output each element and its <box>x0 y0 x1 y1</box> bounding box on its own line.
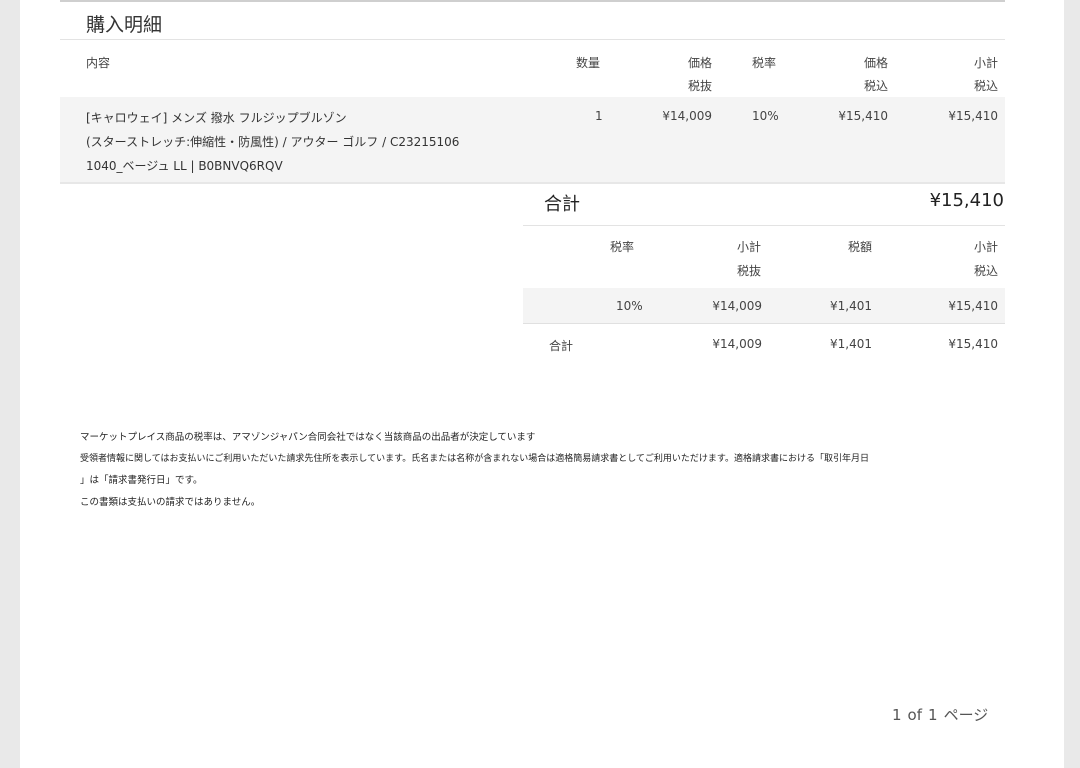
item-qty: 1 <box>595 109 603 123</box>
total-label: 合計 <box>544 194 580 215</box>
col-price-ex-header: 価格 <box>687 56 712 70</box>
page-total: 1 <box>928 706 938 724</box>
item-price-ex: ¥14,009 <box>662 109 712 123</box>
col-subtotal-sub: 税込 <box>973 79 998 93</box>
item-desc-line: [キャロウェイ] メンズ 撥水 フルジップブルゾン <box>86 111 347 125</box>
item-subtotal-in: ¥15,410 <box>948 109 998 123</box>
item-tax-rate: 10% <box>752 109 779 123</box>
tax-col-rate-header: 税率 <box>610 240 635 254</box>
item-desc-line: 1040_ベージュ LL | B0BNVQ6RQV <box>86 159 283 173</box>
tax-col-subtotal-in-sub: 税込 <box>973 264 998 278</box>
note-line: 受領者情報に関してはお支払いにご利用いただいた請求先住所を表示しています。氏名ま… <box>80 454 870 464</box>
row-divider <box>60 182 1005 184</box>
tax-sum-label: 合計 <box>549 339 574 353</box>
total-divider <box>523 225 1005 226</box>
tax-sum-subtotal-in: ¥15,410 <box>948 337 998 351</box>
tax-row-amount: ¥1,401 <box>830 299 872 313</box>
col-qty-header: 数量 <box>576 56 601 70</box>
section-title: 購入明細 <box>86 14 163 36</box>
item-price-in: ¥15,410 <box>838 109 888 123</box>
item-description: [キャロウェイ] メンズ 撥水 フルジップブルゾン (スターストレッチ:伸縮性・… <box>86 106 459 178</box>
note-line: この書類は支払いの請求ではありません。 <box>80 497 261 508</box>
note-line: 」は「請求書発行日」です。 <box>80 475 203 486</box>
note-line: マーケットプレイス商品の税率は、アマゾンジャパン合同会社ではなく当該商品の出品者… <box>80 432 536 443</box>
title-divider <box>60 39 1005 40</box>
tax-row-rate: 10% <box>616 299 643 313</box>
tax-col-amount-header: 税額 <box>848 240 873 254</box>
tax-sum-subtotal-ex: ¥14,009 <box>712 337 762 351</box>
tax-col-subtotal-ex-sub: 税抜 <box>736 264 761 278</box>
tax-sum-amount: ¥1,401 <box>830 337 872 351</box>
tax-row-subtotal-ex: ¥14,009 <box>712 299 762 313</box>
col-tax-rate-header: 税率 <box>752 56 777 70</box>
tax-col-subtotal-in-header: 小計 <box>973 240 998 254</box>
top-divider <box>60 0 1005 2</box>
item-desc-line: (スターストレッチ:伸縮性・防風性) / アウター ゴルフ / C2321510… <box>86 135 460 149</box>
tax-row-subtotal-in: ¥15,410 <box>948 299 998 313</box>
row-divider <box>523 323 1005 324</box>
page-current: 1 <box>892 706 902 724</box>
page-of: of <box>907 706 923 724</box>
page-unit: ページ <box>943 706 989 724</box>
total-value: ¥15,410 <box>929 190 1004 211</box>
page-indicator: 1 of 1 ページ <box>892 704 994 725</box>
col-subtotal-header: 小計 <box>973 56 998 70</box>
col-price-in-header: 価格 <box>863 56 888 70</box>
tax-col-subtotal-ex-header: 小計 <box>736 240 761 254</box>
col-price-ex-sub: 税抜 <box>687 79 712 93</box>
col-content-header: 内容 <box>86 56 111 70</box>
col-price-in-sub: 税込 <box>863 79 888 93</box>
